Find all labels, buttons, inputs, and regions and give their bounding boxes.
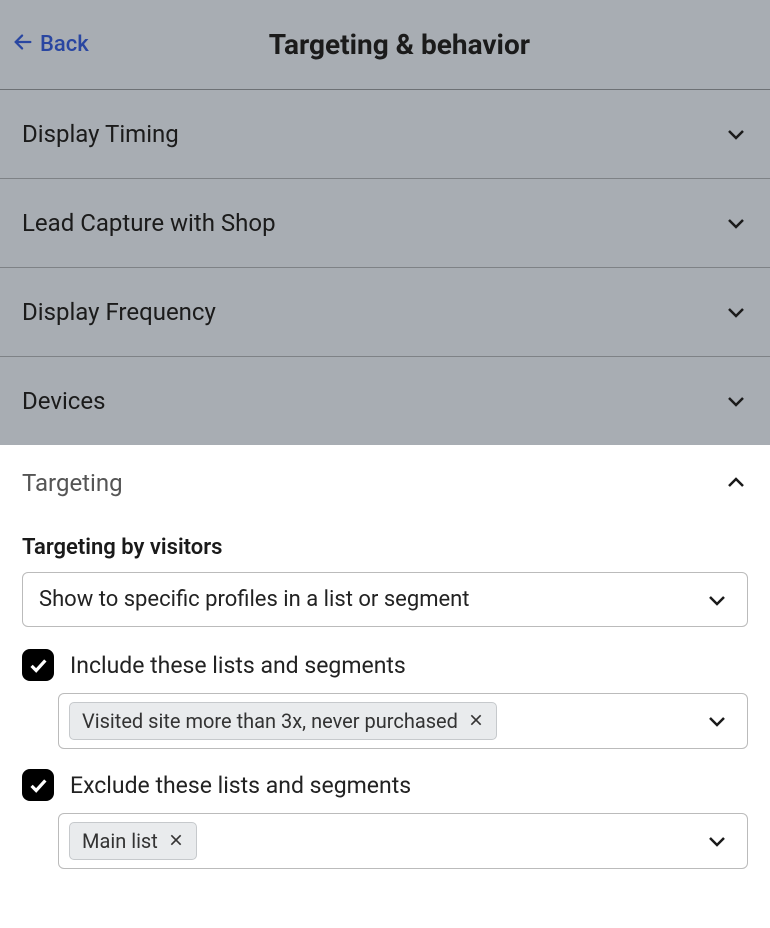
include-row: Include these lists and segments [22, 649, 748, 681]
chevron-down-icon [724, 122, 748, 146]
visitors-value: Show to specific profiles in a list or s… [39, 587, 470, 612]
chevron-down-icon [705, 709, 729, 733]
section-targeting-header[interactable]: Targeting [22, 469, 748, 497]
check-icon [27, 654, 49, 676]
include-tag: Visited site more than 3x, never purchas… [69, 702, 497, 740]
visitors-label: Targeting by visitors [22, 535, 748, 560]
chevron-down-icon [724, 211, 748, 235]
section-label: Display Timing [22, 120, 179, 148]
section-devices[interactable]: Devices [0, 357, 770, 445]
section-label: Lead Capture with Shop [22, 209, 276, 237]
tag-label: Main list [82, 829, 158, 853]
section-label: Devices [22, 387, 105, 415]
remove-tag-button[interactable] [168, 829, 184, 853]
page-title: Targeting & behavior [49, 28, 750, 61]
close-icon [468, 712, 484, 728]
section-label: Targeting [22, 469, 123, 497]
exclude-tagbox[interactable]: Main list [58, 813, 748, 869]
section-display-timing[interactable]: Display Timing [0, 90, 770, 179]
remove-tag-button[interactable] [468, 709, 484, 733]
arrow-left-icon [12, 31, 34, 59]
section-lead-capture[interactable]: Lead Capture with Shop [0, 179, 770, 268]
chevron-down-icon [724, 389, 748, 413]
include-tagbox[interactable]: Visited site more than 3x, never purchas… [58, 693, 748, 749]
exclude-tag: Main list [69, 822, 197, 860]
include-label: Include these lists and segments [70, 652, 406, 679]
check-icon [27, 774, 49, 796]
chevron-down-icon [705, 588, 729, 612]
chevron-up-icon [724, 471, 748, 495]
section-label: Display Frequency [22, 298, 216, 326]
section-targeting: Targeting Targeting by visitors Show to … [0, 445, 770, 909]
section-display-frequency[interactable]: Display Frequency [0, 268, 770, 357]
visitors-select[interactable]: Show to specific profiles in a list or s… [22, 572, 748, 627]
close-icon [168, 832, 184, 848]
exclude-label: Exclude these lists and segments [70, 772, 411, 799]
chevron-down-icon [724, 300, 748, 324]
header: Back Targeting & behavior [0, 0, 770, 89]
chevron-down-icon [705, 829, 729, 853]
tag-label: Visited site more than 3x, never purchas… [82, 709, 458, 733]
include-checkbox[interactable] [22, 649, 54, 681]
exclude-row: Exclude these lists and segments [22, 769, 748, 801]
exclude-checkbox[interactable] [22, 769, 54, 801]
